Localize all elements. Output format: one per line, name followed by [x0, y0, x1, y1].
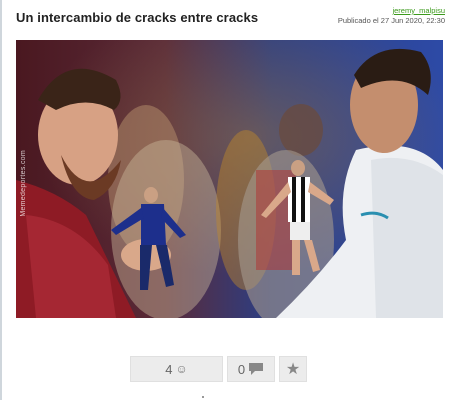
post-title[interactable]: Un intercambio de cracks entre cracks	[16, 10, 258, 25]
meme-image[interactable]: Memedeportes.com	[16, 40, 443, 318]
smiley-icon: ☺	[175, 362, 188, 376]
watermark: Memedeportes.com	[20, 150, 27, 217]
star-icon: ★	[285, 361, 301, 378]
dislike-button[interactable]: 0	[227, 356, 275, 382]
post-meta: jeremy_malpisu Publicado el 27 Jun 2020,…	[338, 6, 445, 26]
divider-dot	[202, 396, 204, 398]
dislike-count: 0	[237, 361, 246, 377]
author-link[interactable]: jeremy_malpisu	[338, 6, 445, 16]
publish-date: Publicado el 27 Jun 2020, 22:30	[337, 16, 445, 25]
like-button[interactable]: 4 ☺	[130, 356, 223, 382]
page-border	[0, 0, 2, 400]
speech-bubble-icon	[249, 363, 264, 375]
favorite-button[interactable]: ★	[279, 356, 307, 382]
meme-photo	[16, 40, 443, 318]
like-count: 4	[165, 361, 173, 377]
